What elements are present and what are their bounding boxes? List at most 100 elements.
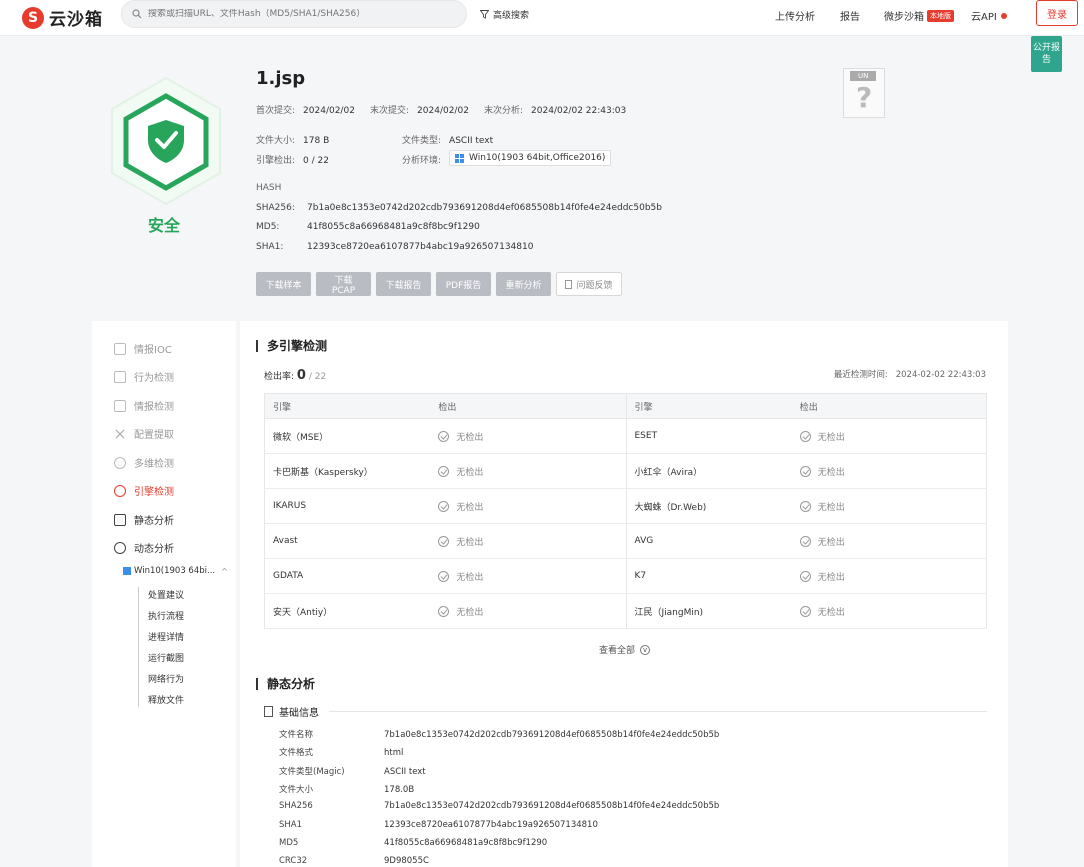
table-row: Avast 无检出 AVG 无检出 [264, 523, 987, 559]
sha1-label: SHA1: [256, 242, 284, 252]
login-button[interactable]: 登录 [1036, 0, 1078, 26]
sha256-value[interactable]: 7b1a0e8c1353e0742d202cdb793691208d4ef068… [307, 203, 662, 213]
download-report-button[interactable]: 下载报告 [376, 272, 431, 296]
feedback-button[interactable]: 问题反馈 [556, 272, 622, 296]
sidebar: 情报IOC 行为检测 情报检测 配置提取 多维检测 引擎检测 静态分析 动态分析… [92, 321, 236, 867]
engine-name-cell: IKARUS [264, 488, 431, 524]
detection-rate-total: / 22 [308, 372, 327, 382]
tree-item-execution-flow[interactable]: 执行流程 [148, 609, 184, 622]
analysis-env-box[interactable]: Win10(1903 64bit,Office2016) [449, 150, 612, 166]
engine-name-cell: 大蜘蛛（Dr.Web) [625, 488, 792, 524]
info-value: 7b1a0e8c1353e0742d202cdb793691208d4ef068… [384, 801, 720, 812]
hash-section-label: HASH [256, 183, 282, 193]
analysis-env: 分析环境: Win10(1903 64bit,Office2016) [402, 150, 612, 166]
no-detection-status: 无检出 [438, 605, 625, 618]
question-icon: ? [856, 81, 873, 114]
col-header-detection: 检出 [791, 393, 987, 419]
tree-item-screenshots[interactable]: 运行截图 [148, 651, 184, 664]
check-circle-icon [799, 605, 811, 617]
download-sample-button[interactable]: 下载样本 [256, 272, 311, 296]
tree-item-disposal[interactable]: 处置建议 [148, 588, 184, 601]
md5-value[interactable]: 41f8055c8a66968481a9c8f8bc9f1290 [307, 222, 480, 232]
search-input[interactable] [148, 9, 448, 19]
file-size-label: 文件大小: [256, 136, 296, 146]
info-value: ASCII text [384, 766, 426, 777]
tree-item-network[interactable]: 网络行为 [148, 672, 184, 685]
sidebar-item-behavior-detection[interactable]: 行为检测 [114, 369, 174, 384]
download-pcap-button[interactable]: 下载PCAP [316, 272, 371, 296]
logo[interactable]: S 云沙箱 [22, 5, 103, 30]
document-icon [114, 513, 126, 526]
info-value: 178.0B [384, 784, 415, 795]
search-icon [114, 456, 126, 469]
info-key: MD5 [279, 837, 299, 848]
no-detection-label: 无检出 [817, 502, 845, 513]
info-row: MD5 41f8055c8a66968481a9c8f8bc9f1290 [279, 838, 547, 848]
info-row: CRC32 9D98055C [279, 856, 429, 866]
sidebar-env-item[interactable]: Win10(1903 64bi... ^ [123, 566, 228, 576]
pdf-report-button[interactable]: PDF报告 [436, 272, 491, 296]
no-detection-status: 无检出 [799, 535, 986, 548]
col-header-engine: 引擎 [625, 393, 792, 419]
last-submit-label: 末次提交: [370, 106, 410, 116]
view-all-button[interactable]: 查看全部 v [599, 643, 651, 656]
file-size-value: 178 B [303, 136, 330, 146]
no-detection-status: 无检出 [799, 570, 986, 583]
sidebar-item-engine-detection[interactable]: 引擎检测 [114, 483, 174, 498]
nav-micro-sandbox[interactable]: 微步沙箱 本地版 [884, 8, 954, 23]
no-detection-status: 无检出 [799, 605, 986, 618]
first-submit: 首次提交: 2024/02/02 [256, 103, 355, 116]
detection-cell: 无检出 [791, 523, 987, 559]
first-submit-value: 2024/02/02 [303, 106, 355, 116]
info-value: 12393ce8720ea6107877b4abc19a926507134810 [384, 819, 598, 830]
nav-upload-analysis[interactable]: 上传分析 [775, 8, 815, 23]
chevron-up-icon: ^ [221, 566, 228, 576]
detection-cell: 无检出 [430, 593, 626, 629]
check-circle-icon [799, 430, 811, 442]
logo-icon: S [22, 6, 44, 29]
no-detection-status: 无检出 [799, 500, 986, 513]
sha1-value[interactable]: 12393ce8720ea6107877b4abc19a926507134810 [307, 242, 533, 252]
info-row: 文件大小 178.0B [279, 783, 414, 795]
sidebar-item-static-analysis[interactable]: 静态分析 [114, 512, 174, 527]
multi-engine-title: 多引擎检测 [256, 340, 327, 352]
image-icon [114, 370, 126, 383]
tree-item-process-details[interactable]: 进程详情 [148, 630, 184, 643]
tree-line [138, 587, 139, 707]
sidebar-item-intel-detection[interactable]: 情报检测 [114, 398, 174, 413]
table-row: GDATA 无检出 K7 无检出 [264, 558, 987, 594]
sidebar-item-config-extract[interactable]: 配置提取 [114, 426, 174, 441]
public-report-button[interactable]: 公开报告 [1031, 36, 1062, 72]
no-detection-label: 无检出 [817, 607, 845, 618]
table-row: 卡巴斯基（Kaspersky） 无检出 小红伞（Avira） 无检出 [264, 453, 987, 489]
engine-name-cell: ESET [625, 418, 792, 454]
nav-report[interactable]: 报告 [840, 8, 860, 23]
detection-cell: 无检出 [430, 488, 626, 524]
info-key: 文件名称 [279, 730, 314, 740]
detection-rate: 检出率: 0 / 22 [264, 368, 326, 383]
nav-cloud-api[interactable]: 云API [971, 8, 1007, 23]
sidebar-item-dynamic-analysis[interactable]: 动态分析 [114, 540, 174, 555]
no-detection-label: 无检出 [817, 432, 845, 443]
sidebar-item-intel-ioc[interactable]: 情报IOC [114, 341, 172, 356]
tree-item-released-files[interactable]: 释放文件 [148, 693, 184, 706]
unknown-file-icon: UN ? [843, 68, 885, 118]
sidebar-item-label: 引擎检测 [134, 487, 174, 498]
action-buttons: 下载样本 下载PCAP 下载报告 PDF报告 重新分析 问题反馈 [256, 272, 622, 296]
reanalyze-button[interactable]: 重新分析 [496, 272, 551, 296]
detection-cell: 无检出 [430, 453, 626, 489]
sidebar-item-label: 多维检测 [134, 459, 174, 470]
info-value: html [384, 748, 404, 759]
view-all-label: 查看全部 [599, 646, 636, 656]
engine-name-cell: 小红伞（Avira） [625, 453, 792, 489]
engine-name-cell: 微软（MSE） [264, 418, 431, 454]
search-bar[interactable] [121, 0, 467, 28]
sidebar-item-multidim-detection[interactable]: 多维检测 [114, 455, 174, 470]
no-detection-status: 无检出 [799, 430, 986, 443]
md5-row: MD5: 41f8055c8a66968481a9c8f8bc9f1290 [256, 222, 480, 232]
advanced-search-button[interactable]: 高级搜索 [480, 8, 529, 21]
windows-icon [123, 567, 131, 575]
analysis-env-label: 分析环境: [402, 155, 442, 166]
file-type-label: 文件类型: [402, 136, 442, 146]
engine-icon [114, 484, 126, 497]
